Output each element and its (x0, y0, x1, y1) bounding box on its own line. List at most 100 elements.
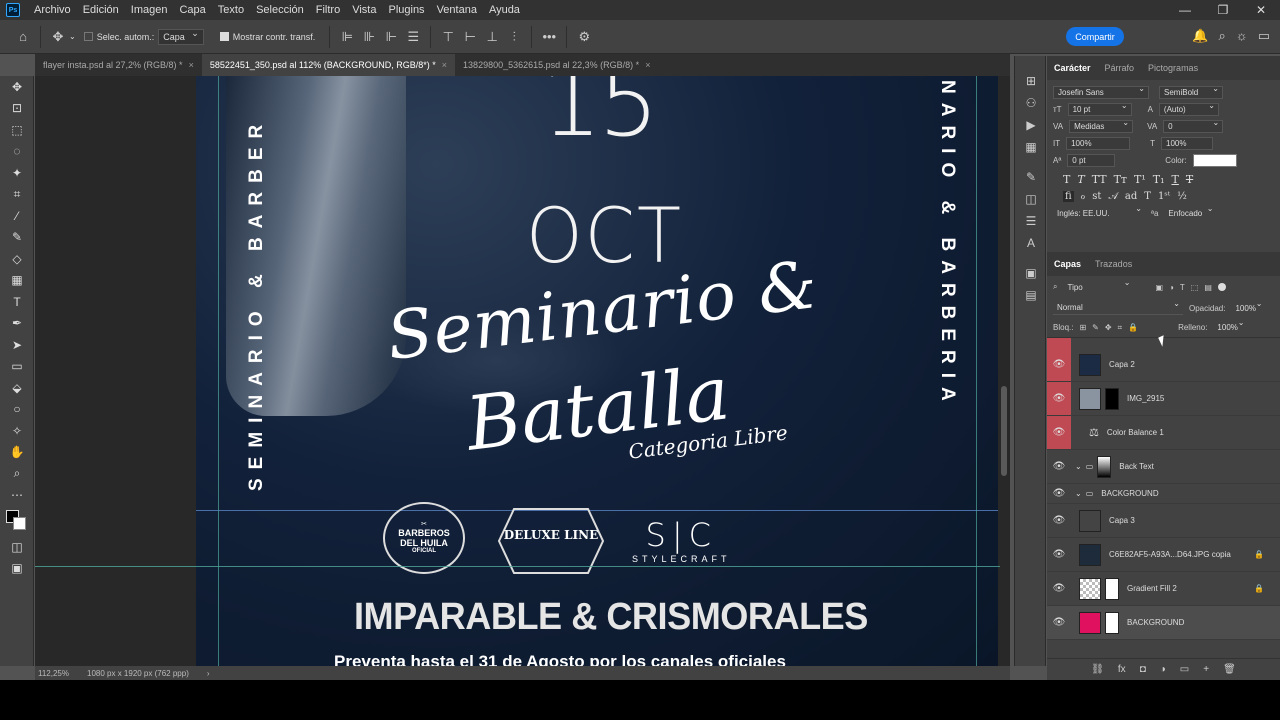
faux-bold-button[interactable]: T (1063, 173, 1070, 186)
layer-comps-icon[interactable]: ▤ (1015, 284, 1047, 306)
lock-position-icon[interactable]: ✥ (1105, 323, 1112, 332)
screen-mode-icon[interactable]: ▣ (0, 558, 34, 580)
search-icon[interactable]: ⌕ (1219, 28, 1226, 44)
canvas-area[interactable]: 15 OCT Seminario & Batalla Categoria Lib… (35, 76, 1010, 666)
gear-icon[interactable]: ⚙ (573, 26, 595, 48)
tab-capas[interactable]: Capas (1047, 259, 1088, 269)
layer-name[interactable]: BACKGROUND (1127, 618, 1184, 627)
lasso-tool-icon[interactable]: ◌ (0, 141, 34, 163)
auto-select-checkbox[interactable] (83, 32, 93, 41)
play-actions-icon[interactable]: ▶ (1015, 114, 1047, 136)
strikethrough-button[interactable]: T (1186, 173, 1193, 186)
brush-settings-icon[interactable]: ✎ (1015, 166, 1047, 188)
distribute-icon[interactable]: ☰ (402, 26, 424, 48)
more-tools-icon[interactable]: ⋯ (0, 485, 34, 507)
properties-icon[interactable]: ⚇ (1015, 92, 1047, 114)
filter-toggle[interactable] (1217, 283, 1226, 291)
tab-pictogramas[interactable]: Pictogramas (1141, 63, 1205, 73)
layer-visibility-toggle[interactable] (1047, 338, 1071, 348)
new-layer-icon[interactable]: + (1203, 664, 1209, 675)
eye-icon[interactable]: 👁 (1047, 348, 1071, 381)
layer-name[interactable]: Gradient Fill 2 (1127, 584, 1177, 593)
move-tool-icon[interactable]: ✥ (47, 26, 69, 48)
minimize-button[interactable]: — (1166, 0, 1204, 20)
eye-icon[interactable]: 👁 (1047, 382, 1071, 415)
layer-row[interactable]: 👁 Capa 2 (1047, 348, 1280, 382)
crop-tool-icon[interactable]: ⌗ (0, 184, 34, 206)
magic-wand-icon[interactable]: ✦ (0, 162, 34, 184)
adjustments-icon[interactable]: ☰ (1015, 210, 1047, 232)
rectangle-tool-icon[interactable]: ▭ (0, 356, 34, 378)
chevron-right-icon[interactable]: › (207, 669, 210, 678)
tab-parrafo[interactable]: Párrafo (1098, 63, 1142, 73)
layer-mask-thumbnail[interactable] (1097, 455, 1112, 478)
eye-icon[interactable]: 👁 (1047, 572, 1071, 605)
close-tab-icon[interactable]: × (189, 60, 194, 70)
align-center-icon[interactable]: ⊪ (358, 26, 380, 48)
contextual-alternates-button[interactable]: ℴ (1081, 191, 1086, 202)
menu-plugins[interactable]: Plugins (382, 4, 430, 16)
zoom-level[interactable]: 112,25% (38, 669, 69, 678)
opacity-field[interactable]: 100% (1231, 299, 1265, 315)
align-middle-icon[interactable]: ⊢ (459, 26, 481, 48)
font-style-select[interactable]: SemiBold (1159, 84, 1223, 99)
home-icon[interactable]: ⌂ (12, 26, 34, 48)
layer-row-selected[interactable]: 👁 BACKGROUND (1047, 606, 1280, 640)
layer-mask-thumbnail[interactable] (1105, 577, 1119, 600)
eye-icon[interactable]: 👁 (1047, 538, 1071, 571)
close-tab-icon[interactable]: × (442, 60, 447, 70)
layer-name[interactable]: IMG_2915 (1127, 394, 1164, 403)
tab-flayer-insta[interactable]: flayer insta.psd al 27,2% (RGB/8) * × (35, 54, 202, 76)
type-tool-icon[interactable]: T (0, 291, 34, 313)
font-family-select[interactable]: Josefin Sans (1053, 84, 1149, 99)
filter-shape-icon[interactable]: ⬚ (1191, 283, 1199, 292)
character-icon[interactable]: A (1015, 232, 1047, 254)
align-left-icon[interactable]: ⊫ (336, 26, 358, 48)
filter-adjustment-icon[interactable]: ◑ (1169, 283, 1174, 292)
discover-icon[interactable]: ☼ (1236, 28, 1248, 44)
share-button[interactable]: Compartir (1066, 27, 1124, 46)
move-tool-icon[interactable]: ✥ (0, 76, 34, 98)
new-group-icon[interactable]: ▭ (1180, 664, 1189, 675)
chevron-down-icon[interactable]: ⌄ (69, 32, 76, 41)
horizontal-scale-field[interactable]: 100% (1161, 137, 1213, 150)
font-size-field[interactable]: 10 pt (1067, 101, 1132, 116)
marquee-tool-icon[interactable]: ⬚ (0, 119, 34, 141)
layer-name[interactable]: Capa 2 (1109, 360, 1135, 369)
ordinals-button[interactable]: 1ˢᵗ (1158, 191, 1170, 202)
menu-archivo[interactable]: Archivo (28, 4, 77, 16)
table-icon[interactable]: ▦ (1015, 136, 1047, 158)
close-tab-icon[interactable]: × (645, 60, 650, 70)
eyedropper-icon[interactable]: ⁄ (0, 205, 34, 227)
vertical-scale-field[interactable]: 100% (1066, 137, 1131, 150)
menu-capa[interactable]: Capa (173, 4, 211, 16)
layer-name[interactable]: Capa 3 (1109, 516, 1135, 525)
menu-imagen[interactable]: Imagen (125, 4, 174, 16)
language-select[interactable]: Inglés: EE.UU. (1053, 204, 1145, 220)
baseline-shift-field[interactable]: 0 pt (1067, 154, 1116, 167)
eye-icon[interactable]: 👁 (1047, 450, 1071, 483)
subscript-button[interactable]: T₁ (1153, 173, 1165, 186)
ellipse-tool-icon[interactable]: ○ (0, 399, 34, 421)
superscript-button[interactable]: T¹ (1134, 173, 1146, 186)
layer-row[interactable]: 👁 Capa 3 (1047, 504, 1280, 538)
layer-name[interactable]: Back Text (1119, 462, 1154, 471)
swatches-icon[interactable]: ◫ (1015, 188, 1047, 210)
tab-58522451[interactable]: 58522451_350.psd al 112% (BACKGROUND, RG… (201, 54, 456, 76)
menu-filtro[interactable]: Filtro (310, 4, 346, 16)
align-bottom-icon[interactable]: ⊥ (481, 26, 503, 48)
link-layers-icon[interactable]: ⛓ (1091, 664, 1104, 675)
lock-all-icon[interactable]: 🔒 (1128, 323, 1138, 332)
bell-icon[interactable]: 🔔 (1192, 28, 1208, 44)
blend-mode-select[interactable]: Normal (1053, 299, 1183, 315)
libraries-icon[interactable]: ▣ (1015, 262, 1047, 284)
more-options-icon[interactable]: ••• (538, 26, 560, 48)
menu-seleccion[interactable]: Selección (250, 4, 310, 16)
document-canvas[interactable]: 15 OCT Seminario & Batalla Categoria Lib… (196, 76, 998, 666)
menu-edicion[interactable]: Edición (77, 4, 125, 16)
quick-mask-icon[interactable]: ◫ (0, 536, 34, 558)
menu-vista[interactable]: Vista (346, 4, 382, 16)
layer-name[interactable]: C6E82AF5-A93A...D64.JPG copia (1109, 550, 1231, 559)
workspace-icon[interactable]: ▭ (1258, 28, 1270, 44)
hand-tool-icon[interactable]: ✋ (0, 442, 34, 464)
